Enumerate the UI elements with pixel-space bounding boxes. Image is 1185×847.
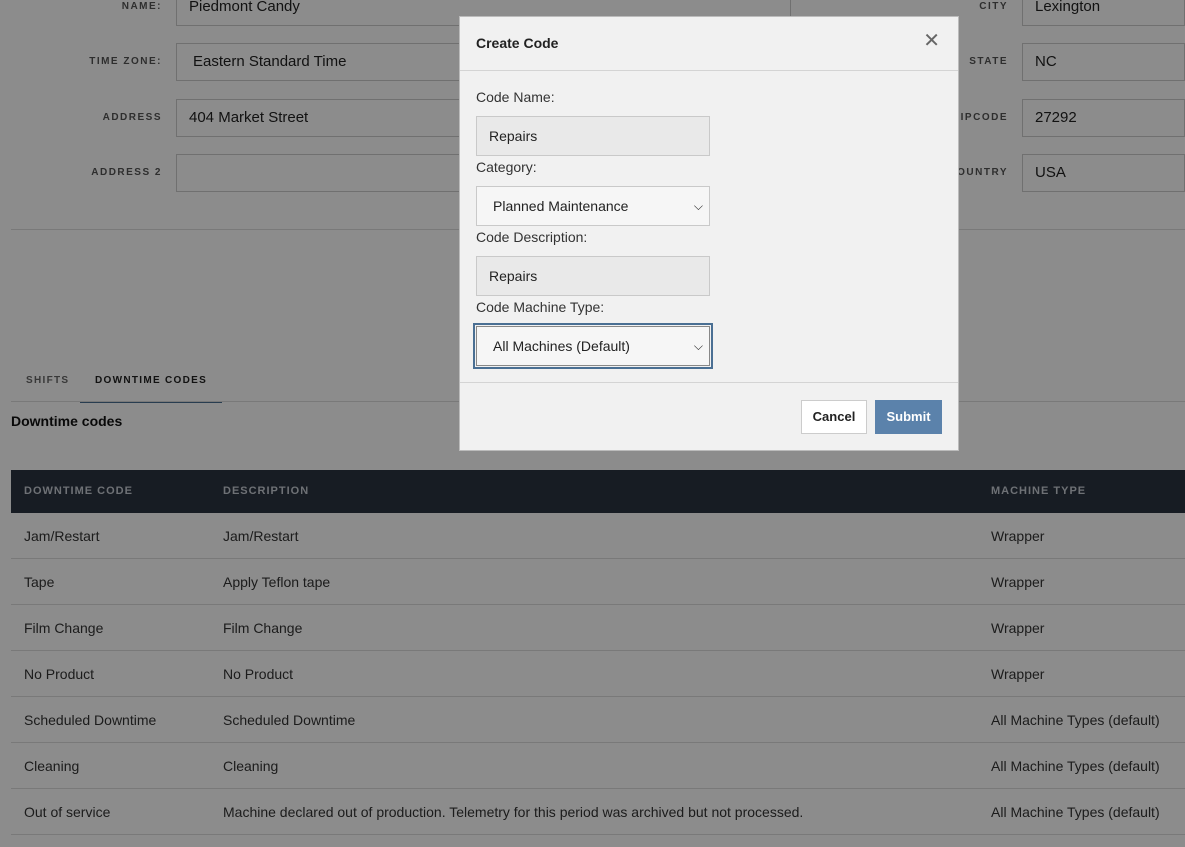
modal-footer: Cancel Submit [460,382,958,451]
code-description-input[interactable]: Repairs [476,256,710,296]
modal-header: Create Code ✕ [460,17,958,71]
machine-type-select[interactable]: All Machines (Default) ⌵ [473,323,713,369]
chevron-down-icon: ⌵ [693,339,703,353]
code-name-input[interactable]: Repairs [476,116,710,156]
category-label: Category: [476,159,537,175]
machine-type-select-value: All Machines (Default) [493,338,630,354]
submit-button[interactable]: Submit [875,400,942,434]
machine-type-label: Code Machine Type: [476,299,605,315]
create-code-modal: Create Code ✕ Code Name: Repairs Categor… [459,16,959,451]
modal-title: Create Code [476,35,559,51]
code-description-label: Code Description: [476,229,588,245]
code-name-label: Code Name: [476,89,555,105]
category-select[interactable]: Planned Maintenance ⌵ [476,186,710,226]
close-icon[interactable]: ✕ [923,31,940,51]
chevron-down-icon: ⌵ [693,199,703,213]
category-select-value: Planned Maintenance [493,198,629,214]
cancel-button[interactable]: Cancel [801,400,867,434]
